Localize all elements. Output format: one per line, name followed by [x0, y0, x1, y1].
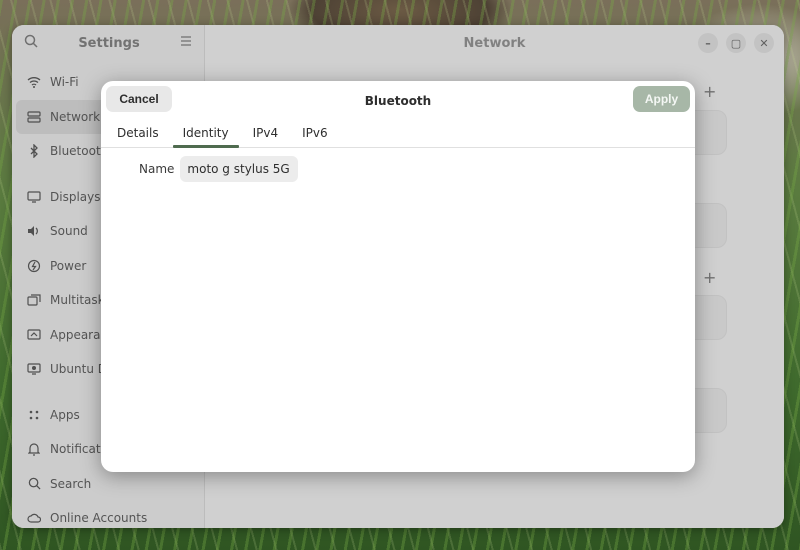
dialog-tabs: Details Identity IPv4 IPv6	[101, 119, 695, 148]
connection-dialog: Cancel Bluetooth Apply Details Identity …	[101, 81, 695, 472]
dialog-header: Cancel Bluetooth Apply	[101, 81, 695, 119]
tab-identity[interactable]: Identity	[172, 119, 239, 148]
name-row: Name	[101, 156, 695, 182]
tab-ipv6[interactable]: IPv6	[292, 119, 338, 147]
dialog-title: Bluetooth	[364, 94, 432, 108]
tab-details[interactable]: Details	[107, 119, 169, 147]
name-label: Name	[139, 162, 175, 176]
name-field[interactable]	[180, 156, 299, 182]
tab-ipv4[interactable]: IPv4	[243, 119, 289, 147]
cancel-button[interactable]: Cancel	[106, 86, 172, 112]
apply-button[interactable]: Apply	[633, 86, 690, 112]
